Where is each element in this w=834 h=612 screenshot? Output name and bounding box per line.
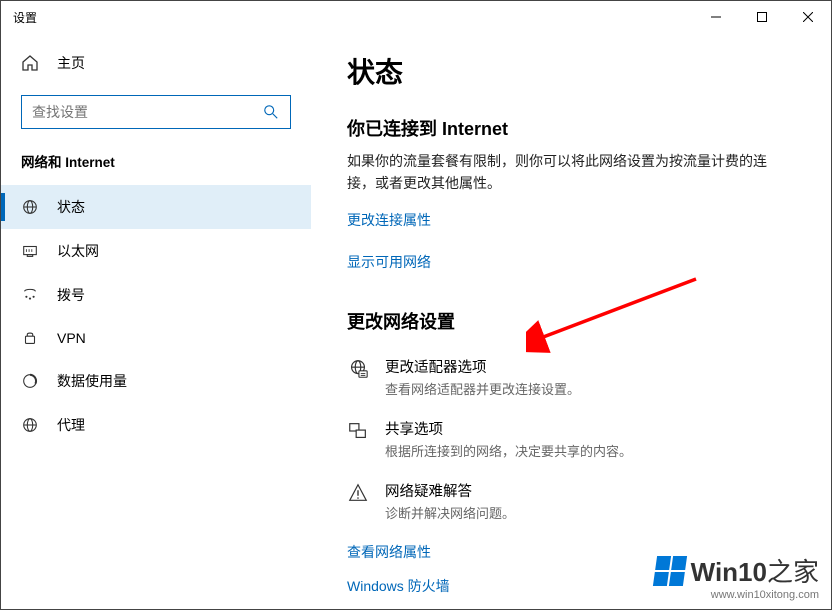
proxy-icon	[21, 416, 39, 434]
troubleshoot-icon	[347, 482, 369, 509]
search-container	[21, 95, 291, 129]
sidebar-item-dialup[interactable]: 拨号	[1, 273, 311, 317]
link-view-network-properties[interactable]: 查看网络属性	[347, 542, 431, 562]
option-desc: 诊断并解决网络问题。	[385, 503, 515, 522]
search-input[interactable]	[21, 95, 291, 129]
option-title: 网络疑难解答	[385, 480, 515, 501]
close-button[interactable]	[785, 1, 831, 33]
option-sharing[interactable]: 共享选项 根据所连接到的网络，决定要共享的内容。	[347, 418, 801, 460]
window-controls	[693, 1, 831, 33]
home-nav[interactable]: 主页	[1, 45, 311, 81]
home-label: 主页	[57, 53, 85, 73]
titlebar: 设置	[1, 1, 831, 33]
sidebar-section-title: 网络和 Internet	[1, 151, 311, 185]
watermark: Win10之家 www.win10xitong.com	[655, 552, 819, 601]
search-field[interactable]	[32, 104, 252, 120]
adapter-options-icon	[347, 358, 369, 385]
link-show-available-networks[interactable]: 显示可用网络	[347, 252, 431, 272]
dialup-icon	[21, 286, 39, 304]
connected-title: 你已连接到 Internet	[347, 115, 801, 141]
sidebar-item-label: 代理	[57, 415, 85, 435]
sidebar-item-ethernet[interactable]: 以太网	[1, 229, 311, 273]
windows-logo-icon	[653, 556, 687, 586]
sidebar-item-label: 以太网	[57, 241, 99, 261]
link-change-connection-properties[interactable]: 更改连接属性	[347, 210, 431, 230]
change-network-settings-heading: 更改网络设置	[347, 308, 801, 334]
connected-body: 如果你的流量套餐有限制，则你可以将此网络设置为按流量计费的连接，或者更改其他属性…	[347, 151, 767, 194]
sidebar: 主页 网络和 Internet 状态	[1, 33, 311, 609]
sidebar-item-vpn[interactable]: VPN	[1, 317, 311, 359]
option-title: 更改适配器选项	[385, 356, 580, 377]
main-panel: 状态 你已连接到 Internet 如果你的流量套餐有限制，则你可以将此网络设置…	[311, 33, 831, 609]
sidebar-item-label: 状态	[57, 197, 85, 217]
search-icon	[262, 103, 280, 121]
sharing-options-icon	[347, 420, 369, 447]
watermark-brand: Win10	[691, 557, 767, 587]
home-icon	[21, 54, 39, 72]
vpn-icon	[21, 329, 39, 347]
sidebar-item-label: 数据使用量	[57, 371, 127, 391]
option-desc: 根据所连接到的网络，决定要共享的内容。	[385, 441, 632, 460]
option-title: 共享选项	[385, 418, 632, 439]
sidebar-item-proxy[interactable]: 代理	[1, 403, 311, 447]
window-title: 设置	[13, 9, 37, 26]
minimize-button[interactable]	[693, 1, 739, 33]
ethernet-icon	[21, 242, 39, 260]
status-icon	[21, 198, 39, 216]
option-desc: 查看网络适配器并更改连接设置。	[385, 379, 580, 398]
link-windows-firewall[interactable]: Windows 防火墙	[347, 576, 450, 596]
page-title: 状态	[347, 51, 801, 91]
watermark-suffix: 之家	[767, 557, 819, 587]
option-adapter[interactable]: 更改适配器选项 查看网络适配器并更改连接设置。	[347, 356, 801, 398]
maximize-button[interactable]	[739, 1, 785, 33]
sidebar-item-label: 拨号	[57, 285, 85, 305]
sidebar-item-data-usage[interactable]: 数据使用量	[1, 359, 311, 403]
settings-window: 设置 主页	[0, 0, 832, 610]
sidebar-item-status[interactable]: 状态	[1, 185, 311, 229]
sidebar-item-label: VPN	[57, 330, 86, 346]
watermark-url: www.win10xitong.com	[655, 589, 819, 601]
option-troubleshoot[interactable]: 网络疑难解答 诊断并解决网络问题。	[347, 480, 801, 522]
content-area: 主页 网络和 Internet 状态	[1, 33, 831, 609]
data-usage-icon	[21, 372, 39, 390]
